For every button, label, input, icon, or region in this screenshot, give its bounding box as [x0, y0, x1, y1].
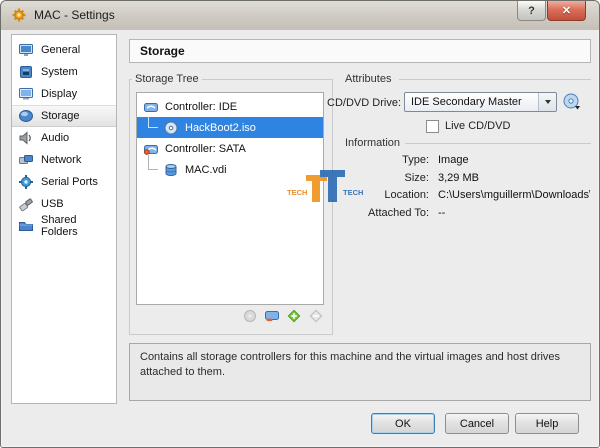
information-group-line: [405, 143, 591, 144]
information-group-label: Information: [342, 137, 403, 149]
info-attached-to-label: Attached To:: [331, 207, 429, 219]
live-cd-checkbox[interactable]: [426, 120, 439, 133]
cd-menu-icon: [562, 92, 582, 112]
storage-tree[interactable]: Controller: IDE HackBoot2.iso Controller…: [136, 92, 324, 305]
info-size-value: 3,29 MB: [438, 172, 479, 184]
attributes-group-label: Attributes: [342, 73, 394, 85]
settings-category-list: General System Display Storage Audio Net…: [11, 34, 117, 404]
choose-disk-image-button[interactable]: [562, 92, 582, 112]
cancel-button-label: Cancel: [460, 418, 494, 430]
cd-disc-icon: [163, 120, 179, 136]
virtualbox-settings-icon: [11, 7, 27, 23]
info-location-label: Location:: [331, 189, 429, 201]
close-icon: ✕: [562, 4, 571, 17]
ok-button[interactable]: OK: [371, 413, 435, 434]
page-title-text: Storage: [140, 44, 185, 58]
system-icon: [18, 64, 34, 80]
sidebar-item-label: USB: [41, 198, 64, 210]
sidebar-item-network[interactable]: Network: [12, 149, 116, 171]
attributes-group-line: [399, 79, 591, 80]
display-icon: [18, 86, 34, 102]
window-title: MAC - Settings: [34, 8, 115, 22]
info-type-value: Image: [438, 154, 469, 166]
sidebar-item-serial-ports[interactable]: Serial Ports: [12, 171, 116, 193]
combo-dropdown-zone[interactable]: [538, 93, 556, 111]
sidebar-item-label: Network: [41, 154, 81, 166]
cd-dvd-drive-label: CD/DVD Drive:: [326, 97, 401, 109]
network-icon: [18, 152, 34, 168]
tree-row-label: MAC.vdi: [185, 164, 227, 176]
help-glyph: ?: [528, 5, 535, 17]
context-help-box: Contains all storage controllers for thi…: [129, 343, 591, 401]
usb-icon: [18, 196, 34, 212]
hard-disk-icon: [163, 162, 179, 178]
titlebar-help-button[interactable]: ?: [517, 1, 546, 21]
add-cd-device-button-disabled-icon[interactable]: [242, 308, 258, 324]
tree-row-controller-ide[interactable]: Controller: IDE: [137, 96, 323, 117]
sidebar-item-label: Shared Folders: [41, 214, 116, 238]
info-size-label: Size:: [331, 172, 429, 184]
sidebar-item-general[interactable]: General: [12, 39, 116, 61]
cancel-button[interactable]: Cancel: [445, 413, 509, 434]
help-button[interactable]: Help: [515, 413, 579, 434]
storage-icon: [18, 108, 34, 124]
tree-row-mac-vdi[interactable]: MAC.vdi: [137, 159, 323, 180]
live-cd-label: Live CD/DVD: [445, 120, 510, 132]
sidebar-item-usb[interactable]: USB: [12, 193, 116, 215]
general-icon: [18, 42, 34, 58]
sidebar-item-shared-folders[interactable]: Shared Folders: [12, 215, 116, 237]
audio-icon: [18, 130, 34, 146]
tree-row-hackboot2-iso[interactable]: HackBoot2.iso: [137, 117, 323, 138]
info-location-value: C:\Users\mguillerm\Downloads\H...: [438, 189, 590, 201]
info-attached-to-value: --: [438, 207, 445, 219]
sidebar-item-label: General: [41, 44, 80, 56]
titlebar[interactable]: MAC - Settings ? ✕: [1, 1, 599, 30]
sidebar-item-label: Storage: [41, 110, 80, 122]
sidebar-item-system[interactable]: System: [12, 61, 116, 83]
context-help-text: Contains all storage controllers for thi…: [140, 351, 560, 378]
cd-dvd-drive-select[interactable]: IDE Secondary Master: [404, 92, 557, 112]
tree-row-label: HackBoot2.iso: [185, 122, 256, 134]
info-type-label: Type:: [331, 154, 429, 166]
add-controller-button-icon[interactable]: [264, 308, 280, 324]
titlebar-close-button[interactable]: ✕: [547, 1, 586, 21]
serial-ports-icon: [18, 174, 34, 190]
sidebar-item-audio[interactable]: Audio: [12, 127, 116, 149]
ok-button-label: OK: [395, 418, 411, 430]
sidebar-item-label: System: [41, 66, 78, 78]
remove-attachment-button-disabled-icon[interactable]: [308, 308, 324, 324]
chevron-down-icon: [545, 100, 551, 104]
settings-window: MAC - Settings ? ✕ General System Displa…: [0, 0, 600, 448]
tree-row-label: Controller: SATA: [165, 143, 246, 155]
sidebar-item-display[interactable]: Display: [12, 83, 116, 105]
shared-folders-icon: [18, 218, 34, 234]
page-title: Storage: [129, 39, 591, 63]
storage-tree-toolbar: [136, 308, 324, 324]
tree-row-label: Controller: IDE: [165, 101, 237, 113]
sidebar-item-label: Serial Ports: [41, 176, 98, 188]
tree-row-controller-sata[interactable]: Controller: SATA: [137, 138, 323, 159]
sidebar-item-label: Display: [41, 88, 77, 100]
help-button-label: Help: [536, 418, 559, 430]
sidebar-item-storage[interactable]: Storage: [12, 105, 116, 127]
sidebar-item-label: Audio: [41, 132, 69, 144]
storage-tree-group-label: Storage Tree: [132, 73, 202, 85]
add-attachment-button-icon[interactable]: [286, 308, 302, 324]
cd-dvd-drive-value: IDE Secondary Master: [411, 96, 522, 108]
